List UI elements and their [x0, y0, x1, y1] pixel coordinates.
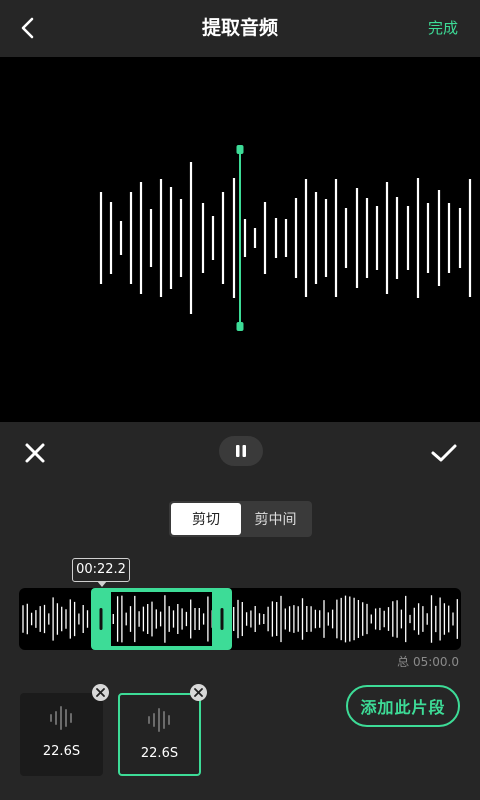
- audio-wave-icon: [147, 708, 170, 732]
- handle-grip: [99, 608, 103, 630]
- current-time-label: 00:22.2: [72, 558, 130, 582]
- handle-grip: [220, 608, 224, 630]
- playhead-bottom-knob: [236, 322, 244, 331]
- timeline-waveform: [22, 588, 458, 650]
- total-duration: 总 05:00.0: [397, 655, 459, 669]
- clip-item-selected[interactable]: 22.6S: [118, 693, 201, 776]
- pause-button[interactable]: [219, 436, 263, 466]
- clip-delete-button[interactable]: [92, 684, 109, 701]
- clip-duration: 22.6S: [140, 746, 179, 761]
- waveform-svg: [99, 145, 472, 331]
- audio-wave-icon: [49, 706, 72, 730]
- checkmark-icon: [431, 444, 457, 462]
- page-title: 提取音频: [201, 17, 278, 39]
- close-icon: [96, 688, 105, 697]
- playhead-top-knob: [236, 145, 244, 154]
- waveform-preview: [0, 57, 480, 422]
- playback-controls: [0, 422, 480, 484]
- close-icon: [194, 688, 203, 697]
- pause-icon: [236, 445, 246, 457]
- close-button[interactable]: [18, 436, 52, 470]
- clip-item[interactable]: 22.6S: [20, 693, 103, 776]
- header: 提取音频 完成: [0, 0, 480, 57]
- confirm-button[interactable]: [426, 436, 462, 470]
- clip-duration: 22.6S: [42, 744, 81, 759]
- close-icon: [25, 443, 45, 463]
- add-segment-button[interactable]: 添加此片段: [346, 685, 460, 727]
- mode-toggle: 剪切 剪中间: [169, 501, 312, 537]
- done-button[interactable]: 完成: [428, 0, 458, 57]
- mode-cut-button[interactable]: 剪切: [171, 503, 241, 535]
- timeline-strip[interactable]: [19, 588, 461, 650]
- clip-delete-button[interactable]: [190, 684, 207, 701]
- time-label-pointer: [97, 581, 107, 587]
- mode-cut-middle-button[interactable]: 剪中间: [241, 503, 310, 535]
